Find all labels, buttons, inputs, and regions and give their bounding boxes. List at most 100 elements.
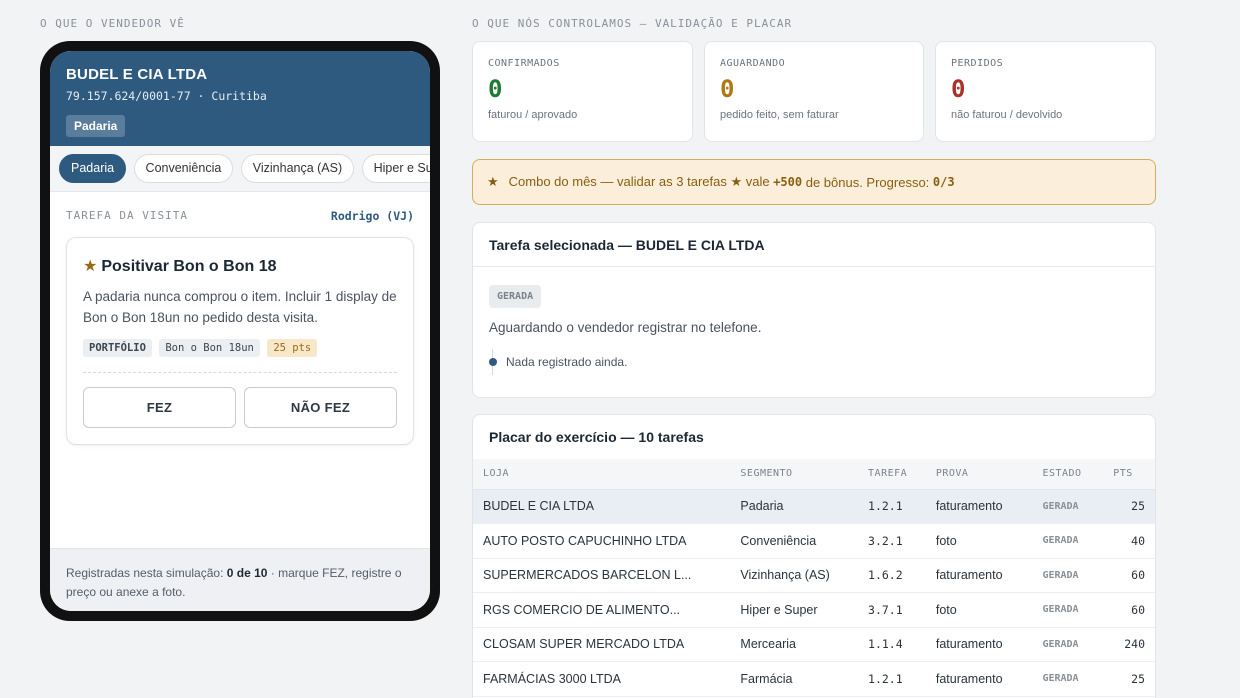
stat-waiting: AGUARDANDO 0 pedido feito, sem faturar [704, 41, 924, 142]
cell-store: CLOSAM SUPER MERCADO LTDA [473, 627, 731, 662]
combo-progress: 0/3 [932, 175, 955, 189]
not-done-button[interactable]: NÃO FEZ [244, 387, 397, 428]
card-divider [83, 372, 397, 373]
cell-proof: faturamento [925, 661, 1033, 697]
timeline-dot [489, 358, 497, 366]
cell-proof: foto [925, 592, 1033, 628]
combo-text-2: de bônus. Progresso: [802, 174, 933, 190]
cell-store: AUTO POSTO CAPUCHINHO LTDA [473, 523, 731, 559]
cell-segment: Conveniência [730, 523, 859, 559]
cell-task: 3.7.1 [858, 592, 926, 628]
stat-value: 0 [720, 75, 735, 103]
control-view-label: O QUE NÓS CONTROLAMOS — VALIDAÇÃO E PLAC… [472, 17, 793, 30]
star-icon: ★ [487, 174, 499, 189]
col-header-segment: SEGMENTO [730, 459, 859, 490]
stat-value: 0 [951, 75, 966, 103]
table-row[interactable]: FARMÁCIAS 3000 LTDA Farmácia 1.2.1 fatur… [473, 661, 1155, 697]
cell-store: RGS COMERCIO DE ALIMENTO... [473, 592, 731, 628]
table-row[interactable]: RGS COMERCIO DE ALIMENTO... Hiper e Supe… [473, 592, 1155, 628]
footer-text: Registradas nesta simulação: [66, 566, 227, 580]
cell-segment: Farmácia [730, 661, 859, 697]
chip-points: 25 pts [267, 339, 318, 357]
task-title: ★ Positivar Bon o Bon 18 [83, 256, 397, 276]
stat-caption: não faturou / devolvido [951, 109, 1063, 121]
cell-points: 25 [1103, 661, 1155, 697]
seller-name: Rodrigo (VJ) [330, 209, 414, 223]
cell-segment: Padaria [730, 489, 859, 524]
task-section-label: TAREFA DA VISITA [66, 209, 188, 222]
stat-confirmed: CONFIRMADOS 0 faturou / aprovado [472, 41, 693, 142]
selected-task-title: Tarefa selecionada — BUDEL E CIA LTDA [473, 223, 1155, 267]
scoreboard-table: LOJA SEGMENTO TAREFA PROVA ESTADO PTS BU… [473, 459, 1155, 697]
phone-screen: BUDEL E CIA LTDA 79.157.624/0001-77 · Cu… [50, 51, 430, 611]
cell-segment: Hiper e Super [730, 592, 859, 628]
cell-state: GERADA [1032, 558, 1104, 593]
seller-view-label: O QUE O VENDEDOR VÊ [40, 17, 185, 30]
segment-tab-padaria[interactable]: Padaria [59, 154, 127, 183]
table-row[interactable]: AUTO POSTO CAPUCHINHO LTDA Conveniência … [473, 523, 1155, 559]
stat-lost: PERDIDOS 0 não faturou / devolvido [935, 41, 1156, 142]
cell-points: 240 [1103, 627, 1155, 662]
stat-label: CONFIRMADOS [488, 58, 560, 69]
col-header-state: ESTADO [1032, 459, 1104, 490]
table-row[interactable]: SUPERMERCADOS BARCELON L... Vizinhança (… [473, 558, 1155, 593]
table-row[interactable]: BUDEL E CIA LTDA Padaria 1.2.1 faturamen… [473, 489, 1155, 524]
selected-task-panel: Tarefa selecionada — BUDEL E CIA LTDA GE… [472, 222, 1156, 398]
table-row[interactable]: CLOSAM SUPER MERCADO LTDA Mercearia 1.1.… [473, 627, 1155, 662]
cell-state: GERADA [1032, 592, 1104, 628]
segment-tab-hiper-super[interactable]: Hiper e Super [361, 154, 430, 183]
cell-store: FARMÁCIAS 3000 LTDA [473, 661, 731, 697]
task-card: ★ Positivar Bon o Bon 18 A padaria nunca … [66, 237, 414, 445]
cell-proof: faturamento [925, 489, 1033, 524]
chip-category: PORTFÓLIO [83, 339, 152, 357]
task-title-text: Positivar Bon o Bon 18 [101, 258, 277, 275]
cell-points: 40 [1103, 523, 1155, 559]
segment-tab-conveniencia[interactable]: Conveniência [133, 154, 234, 183]
status-badge: GERADA [489, 285, 542, 308]
cell-points: 60 [1103, 592, 1155, 628]
cell-store: BUDEL E CIA LTDA [473, 489, 731, 524]
segment-tabs: Padaria Conveniência Vizinhança (AS) Hip… [50, 146, 430, 192]
cell-points: 25 [1103, 489, 1155, 524]
cell-state: GERADA [1032, 627, 1104, 662]
phone-header: BUDEL E CIA LTDA 79.157.624/0001-77 · Cu… [50, 51, 430, 146]
combo-bonus: +500 [773, 175, 803, 189]
stat-label: PERDIDOS [951, 58, 1004, 69]
task-chips: PORTFÓLIO Bon o Bon 18un 25 pts [83, 338, 397, 357]
cell-proof: faturamento [925, 558, 1033, 593]
stat-caption: faturou / aprovado [488, 109, 578, 121]
stat-value: 0 [488, 75, 503, 103]
cell-points: 60 [1103, 558, 1155, 593]
chip-product: Bon o Bon 18un [159, 339, 260, 357]
cell-task: 3.2.1 [858, 523, 926, 559]
cell-task: 1.1.4 [858, 627, 926, 662]
phone-footer: Registradas nesta simulação: 0 de 10 · m… [50, 548, 430, 611]
cell-task: 1.6.2 [858, 558, 926, 593]
cell-proof: faturamento [925, 627, 1033, 662]
footer-count: 0 de 10 [226, 566, 268, 580]
scoreboard-title: Placar do exercício — 10 tarefas [489, 429, 704, 445]
done-button[interactable]: FEZ [83, 387, 236, 428]
company-name: BUDEL E CIA LTDA [66, 66, 208, 83]
timeline: Nada registrado ainda. [489, 349, 1139, 375]
cell-store: SUPERMERCADOS BARCELON L... [473, 558, 731, 593]
cell-task: 1.2.1 [858, 489, 926, 524]
timeline-entry: Nada registrado ainda. [506, 355, 628, 369]
col-header-store: LOJA [473, 459, 731, 490]
col-header-proof: PROVA [925, 459, 1033, 490]
segment-badge: Padaria [66, 115, 126, 137]
star-icon: ★ [83, 258, 98, 275]
combo-text: Combo do mês — validar as 3 tarefas ★ va… [508, 174, 774, 189]
cell-segment: Vizinhança (AS) [730, 558, 859, 593]
company-cnpj-city: 79.157.624/0001-77 · Curitiba [66, 89, 267, 103]
selected-task-status-text: Aguardando o vendedor registrar no telef… [489, 320, 762, 335]
cell-state: GERADA [1032, 523, 1104, 559]
task-description: A padaria nunca comprou o item. Incluir … [83, 289, 397, 325]
table-header-row: LOJA SEGMENTO TAREFA PROVA ESTADO PTS [473, 459, 1155, 490]
segment-tab-vizinhanca[interactable]: Vizinhança (AS) [240, 154, 355, 183]
cell-task: 1.2.1 [858, 661, 926, 697]
combo-banner: ★ Combo do mês — validar as 3 tarefas ★ … [472, 159, 1156, 205]
stat-label: AGUARDANDO [720, 58, 786, 69]
cell-state: GERADA [1032, 661, 1104, 697]
cell-segment: Mercearia [730, 627, 859, 662]
